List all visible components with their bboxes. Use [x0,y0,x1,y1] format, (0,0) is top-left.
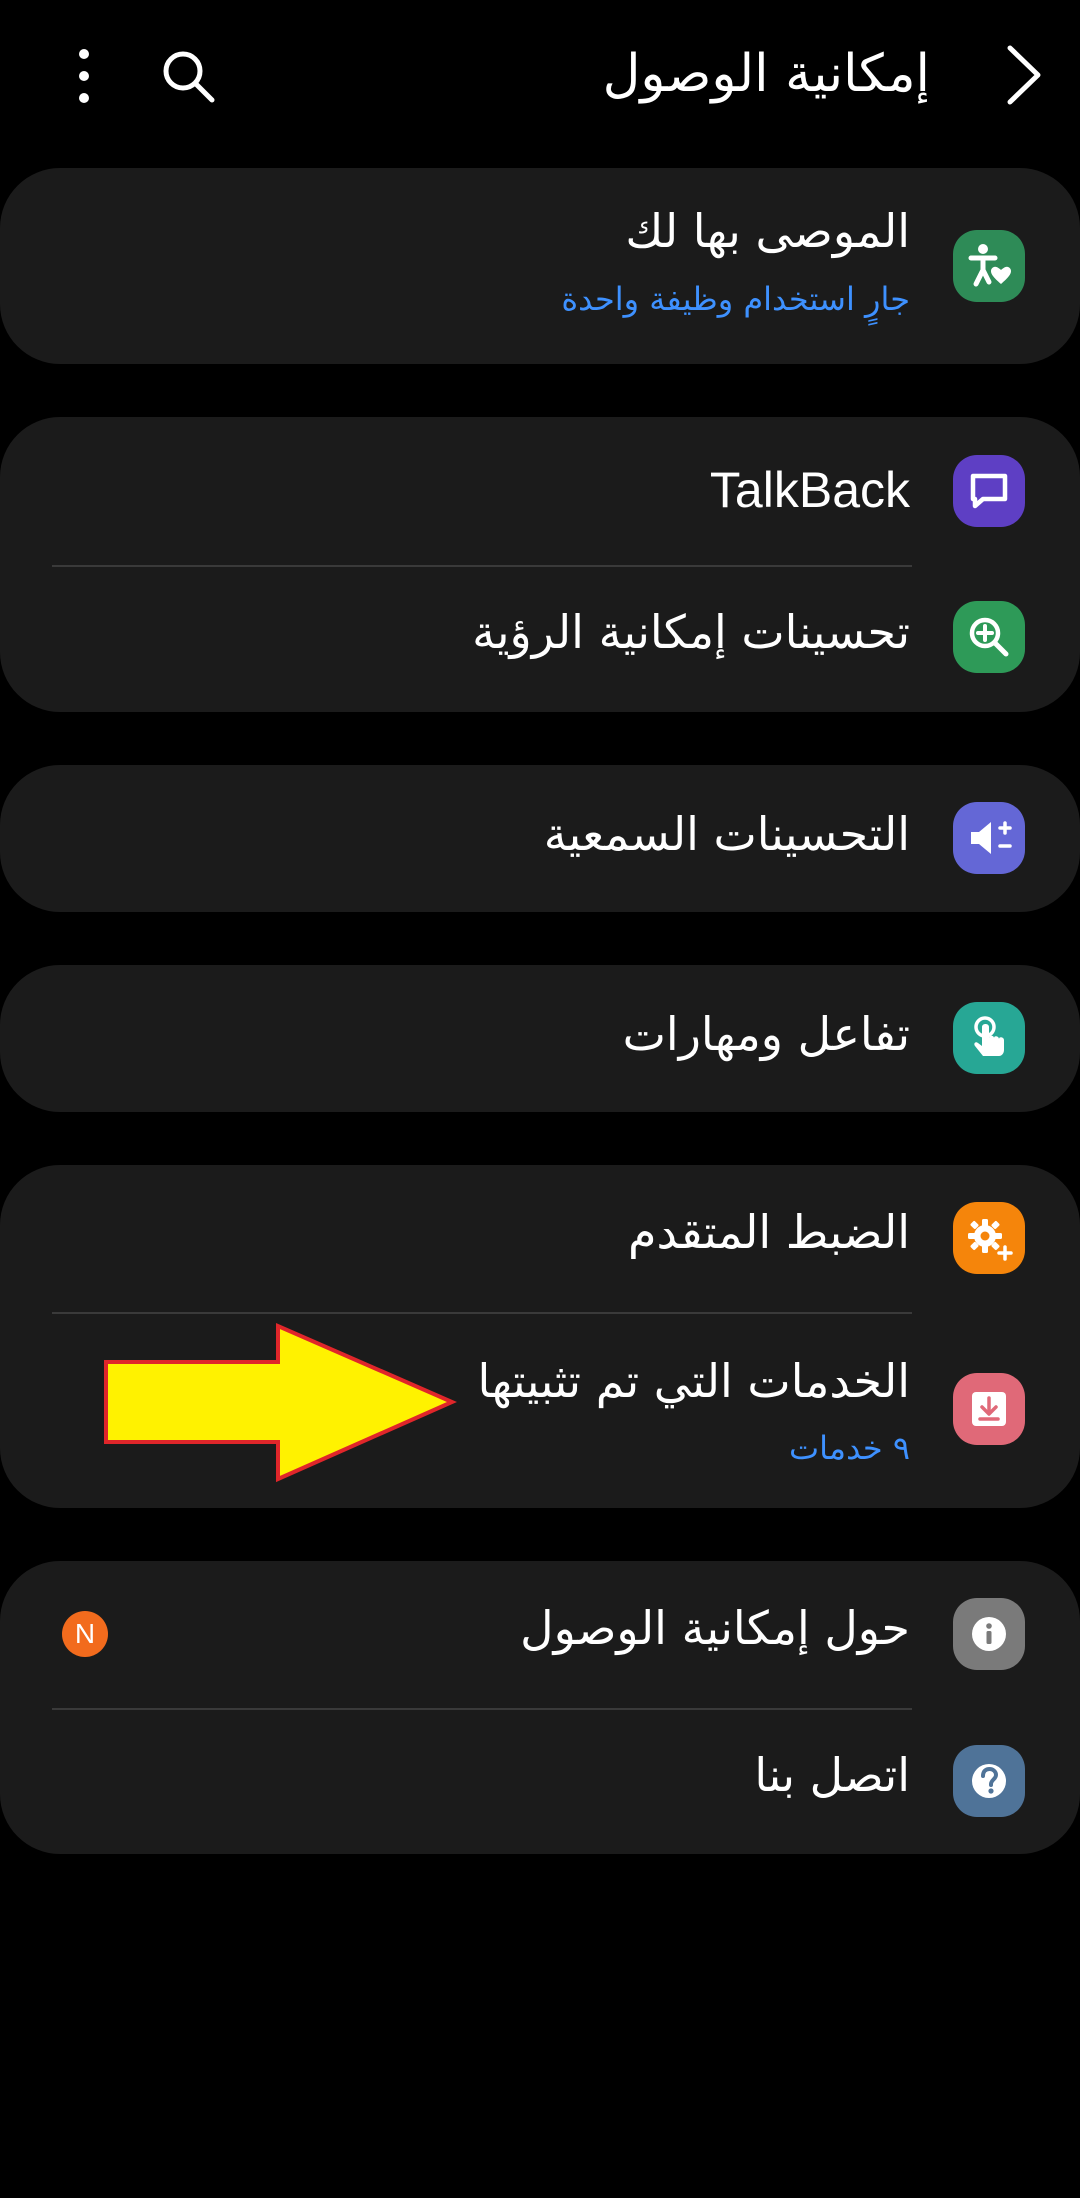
item-label: حول إمكانية الوصول [520,1601,910,1655]
list-item-recommended[interactable]: الموصى بها لك جارٍ استخدام وظيفة واحدة [0,168,1080,364]
list-item-interaction-dexterity[interactable]: تفاعل ومهارات [0,965,1080,1112]
item-label: التحسينات السمعية [543,807,910,861]
settings-group-recommended: الموصى بها لك جارٍ استخدام وظيفة واحدة [0,168,1080,364]
more-vertical-icon[interactable] [70,44,98,108]
settings-group-screen-reader: TalkBack تحسينات إمكانية الرؤية [0,417,1080,712]
list-item-hearing-enhancements[interactable]: التحسينات السمعية [0,765,1080,912]
list-item-contact-us[interactable]: اتصل بنا [0,1710,1080,1854]
new-badge: N [62,1611,108,1657]
settings-group-hearing: التحسينات السمعية [0,765,1080,912]
zoom-in-icon [953,601,1025,673]
info-icon [953,1598,1025,1670]
question-icon [953,1745,1025,1817]
list-item-about-accessibility[interactable]: حول إمكانية الوصول N [0,1561,1080,1708]
settings-group-about: حول إمكانية الوصول N اتصل بنا [0,1561,1080,1854]
list-item-visibility-enhancements[interactable]: تحسينات إمكانية الرؤية [0,567,1080,712]
search-icon[interactable] [158,46,218,106]
item-subtitle: ٩ خدمات [789,1429,910,1467]
list-item-talkback[interactable]: TalkBack [0,417,1080,565]
item-label: الخدمات التي تم تثبيتها [477,1354,910,1408]
settings-group-interaction: تفاعل ومهارات [0,965,1080,1112]
annotation-arrow [104,1322,457,1483]
item-label: الموصى بها لك [625,204,910,258]
touch-hand-icon [953,1002,1025,1074]
download-icon [953,1373,1025,1445]
item-subtitle: جارٍ استخدام وظيفة واحدة [561,280,910,318]
page-title: إمكانية الوصول [602,44,930,104]
item-label: تحسينات إمكانية الرؤية [472,605,910,659]
talkback-chat-icon [953,455,1025,527]
item-label: تفاعل ومهارات [622,1007,910,1061]
item-label: TalkBack [709,462,910,518]
item-label: اتصل بنا [754,1748,910,1802]
chevron-right-icon[interactable] [996,40,1052,110]
gear-plus-icon [953,1202,1025,1274]
item-label: الضبط المتقدم [627,1205,910,1259]
volume-plus-minus-icon [953,802,1025,874]
top-app-bar: إمكانية الوصول [0,0,1080,150]
accessibility-heart-icon [953,230,1025,302]
list-item-advanced-settings[interactable]: الضبط المتقدم [0,1165,1080,1312]
